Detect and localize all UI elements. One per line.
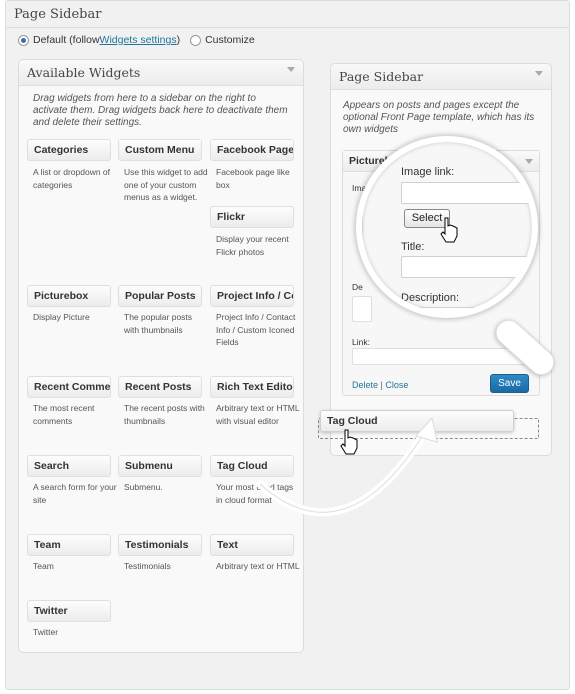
divider — [6, 27, 569, 28]
widget-desc: A search form for your site — [33, 482, 117, 505]
widget-desc: Testimonials — [124, 561, 171, 571]
widget-desc: The popular posts with thumbnails — [124, 312, 193, 335]
widget-submenu[interactable]: Submenu — [118, 455, 202, 477]
dragging-widget-tag-cloud[interactable]: Tag Cloud — [320, 410, 514, 432]
widget-rich-text-editor[interactable]: Rich Text Editor — [210, 376, 294, 398]
page-sidebar-header[interactable]: Page Sidebar — [331, 64, 551, 90]
save-button[interactable]: Save — [490, 374, 529, 393]
widget-testimonials[interactable]: Testimonials — [118, 534, 202, 556]
zoom-title-label: Title: — [401, 241, 425, 253]
zoom-title-input[interactable] — [401, 256, 532, 278]
lens-divider — [362, 142, 363, 312]
widget-recent-comments[interactable]: Recent Comme — [27, 376, 111, 398]
available-widgets-title: Available Widgets — [27, 65, 141, 80]
widget-project-info[interactable]: Project Info / Co — [210, 285, 294, 307]
widget-desc: Submenu. — [124, 482, 163, 492]
default-label-prefix: Default (follow — [33, 34, 100, 46]
widget-desc: Your most used tags in cloud format — [216, 482, 294, 505]
widget-desc: Team — [33, 561, 54, 571]
widget-desc: Display Picture — [33, 312, 90, 322]
widget-recent-posts[interactable]: Recent Posts — [118, 376, 202, 398]
action-separator: | — [380, 380, 383, 390]
caret-down-icon[interactable] — [525, 159, 533, 164]
widget-facebook-page[interactable]: Facebook Page — [210, 139, 294, 161]
magnifier-icon: Image link: Select Title: Description: — [356, 136, 538, 318]
radio-default[interactable] — [18, 34, 29, 46]
widget-desc: Arbitrary text or HTML with visual edito… — [216, 403, 300, 426]
widget-twitter[interactable]: Twitter — [27, 600, 111, 622]
zoom-description-label: Description: — [401, 292, 460, 304]
widget-desc: Arbitrary text or HTML — [216, 561, 300, 571]
sidebar-mode-options: Default (follow Widgets settings ) Custo… — [18, 34, 255, 46]
widget-desc: Use this widget to add one of your custo… — [124, 167, 208, 202]
widget-tag-cloud[interactable]: Tag Cloud — [210, 455, 294, 477]
close-link[interactable]: Close — [385, 380, 408, 390]
caret-down-icon[interactable] — [535, 71, 543, 76]
link-label: Link: — [352, 337, 370, 347]
zoom-image-link-label: Image link: — [401, 166, 455, 178]
link-input[interactable] — [352, 348, 530, 365]
widgets-settings-link[interactable]: Widgets settings — [100, 34, 177, 46]
delete-link[interactable]: Delete — [352, 380, 378, 390]
widget-desc: A list or dropdown of categories — [33, 167, 111, 190]
page-sidebar-title: Page Sidebar — [339, 69, 424, 84]
default-label-suffix: ) — [176, 34, 181, 46]
widget-desc: The recent posts with thumbnails — [124, 403, 205, 426]
widget-desc: The most recent comments — [33, 403, 95, 426]
widget-actions: Delete | Close — [352, 380, 408, 390]
zoom-image-link-input[interactable] — [401, 182, 532, 204]
widget-custom-menu[interactable]: Custom Menu — [118, 139, 202, 161]
available-widgets-header[interactable]: Available Widgets — [19, 60, 303, 86]
widget-team[interactable]: Team — [27, 534, 111, 556]
widget-desc: Twitter — [33, 627, 59, 637]
radio-customize[interactable] — [190, 34, 202, 46]
widget-text[interactable]: Text — [210, 534, 294, 556]
widget-popular-posts[interactable]: Popular Posts — [118, 285, 202, 307]
customize-label: Customize — [205, 34, 255, 46]
widget-desc: Display your recent Flickr photos — [216, 234, 289, 257]
widget-desc: Project Info / Contact Info / Custom Ico… — [216, 312, 296, 347]
widget-categories[interactable]: Categories — [27, 139, 111, 161]
select-button[interactable]: Select — [404, 209, 450, 228]
page-sidebar-description: Appears on posts and pages except the op… — [343, 100, 535, 135]
available-widgets-description: Drag widgets from here to a sidebar on t… — [33, 93, 288, 128]
page-title: Page Sidebar — [14, 7, 102, 22]
widget-desc: Facebook page like box — [216, 167, 290, 190]
widget-flickr[interactable]: Flickr — [210, 206, 294, 228]
widget-search[interactable]: Search — [27, 455, 111, 477]
widget-picturebox[interactable]: Picturebox — [27, 285, 111, 307]
caret-down-icon[interactable] — [287, 67, 295, 72]
